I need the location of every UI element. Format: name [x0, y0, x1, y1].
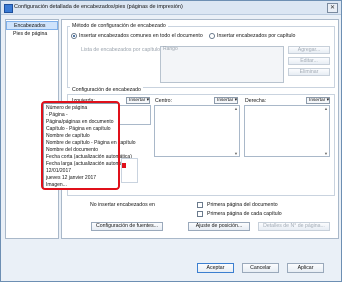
radio-chapter-headers[interactable] [209, 33, 215, 39]
first-doc-page-label[interactable]: Primera página del documento [207, 202, 278, 208]
header-config-legend: Configuración de encabezado [70, 87, 143, 93]
range-placeholder: Rango [163, 46, 178, 52]
first-doc-page-checkbox[interactable] [197, 202, 203, 208]
position-adjust-button[interactable]: Ajuste de posición... [188, 222, 250, 231]
first-chapter-page-checkbox[interactable] [197, 211, 203, 217]
sidebar-item-footers[interactable]: Pies de página [6, 30, 58, 39]
insert-right-dropdown[interactable]: Insertar ▾ [306, 97, 330, 104]
right-label: Derecha: [245, 98, 267, 104]
page-number-details-button[interactable]: Detalles de N° de página... [258, 222, 330, 231]
insert-center-dropdown[interactable]: Insertar ▾ [214, 97, 238, 104]
header-position-marker [122, 163, 126, 168]
scroll-up-icon[interactable]: ▲ [324, 106, 328, 111]
page-preview [121, 158, 138, 183]
right-header-text[interactable]: ▲ ▼ [244, 105, 330, 157]
scroll-down-icon[interactable]: ▼ [234, 151, 238, 156]
apply-button[interactable]: Aplicar [287, 263, 324, 273]
insert-left-dropdown[interactable]: Insertar ▾ [126, 97, 150, 104]
add-button[interactable]: Agregar... [288, 46, 330, 54]
chapter-list-label: Lista de encabezados por capítulo: [81, 47, 162, 53]
cancel-button[interactable]: Cancelar [242, 263, 279, 273]
title-bar: Configuración detallada de encabezados/p… [1, 1, 341, 15]
edit-button[interactable]: Editar... [288, 57, 330, 65]
first-chapter-page-label[interactable]: Primera página de cada capítulo [207, 211, 282, 217]
window-title: Configuración detallada de encabezados/p… [14, 4, 183, 10]
radio-common-headers-label[interactable]: Insertar encabezados comunes en todo el … [79, 33, 203, 39]
radio-common-headers[interactable] [71, 33, 77, 39]
delete-button[interactable]: Eliminar [288, 68, 330, 76]
sidebar-item-headers[interactable]: Encabezados [6, 21, 58, 30]
font-settings-button[interactable]: Configuración de fuentes... [91, 222, 163, 231]
center-header-text[interactable]: ▲ ▼ [154, 105, 240, 157]
chapter-range-list[interactable]: Rango [160, 46, 284, 83]
close-button[interactable]: ✕ [327, 3, 338, 13]
radio-chapter-headers-label[interactable]: Insertar encabezados por capítulo [217, 33, 295, 39]
dialog-window: Configuración detallada de encabezados/p… [0, 0, 342, 282]
highlight-box [41, 101, 120, 190]
scroll-up-icon[interactable]: ▲ [234, 106, 238, 111]
app-icon [4, 4, 13, 13]
no-insert-label: No insertar encabezados en [90, 202, 155, 208]
center-label: Centro: [155, 98, 173, 104]
method-legend: Método de configuración de encabezado [70, 23, 168, 29]
scroll-down-icon[interactable]: ▼ [324, 151, 328, 156]
accept-button[interactable]: Aceptar [197, 263, 234, 273]
